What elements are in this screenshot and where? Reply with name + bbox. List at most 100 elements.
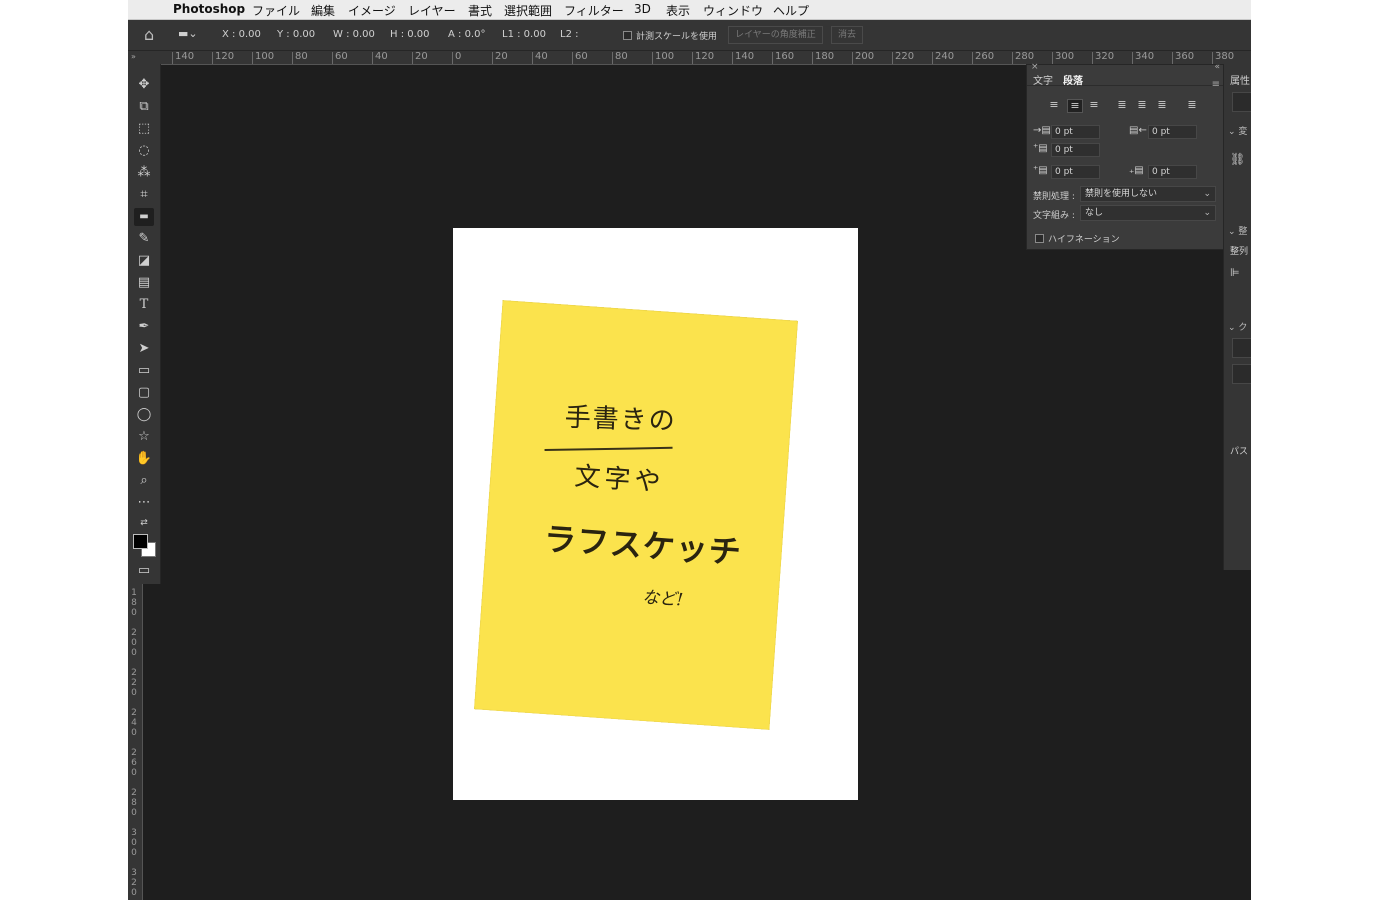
eraser-tool-icon[interactable]: ◪: [134, 252, 154, 270]
ruler-tick: 220: [891, 51, 915, 64]
type-tool-icon[interactable]: T: [134, 296, 154, 314]
align-left-icon[interactable]: ≡: [1047, 99, 1061, 111]
ruler-tool-icon[interactable]: ▬: [134, 208, 154, 226]
measure-w-readout: W : 0.00: [333, 29, 375, 40]
space-before-field[interactable]: 0 pt: [1051, 165, 1100, 179]
ruler-tick: 80: [612, 51, 628, 64]
ellipse-tool-icon[interactable]: ◯: [134, 406, 154, 424]
link-icon[interactable]: ⛓: [1230, 152, 1245, 166]
menu-help[interactable]: ヘルプ: [773, 2, 809, 19]
path-selection-tool-icon[interactable]: ➤: [134, 340, 154, 358]
menu-3d[interactable]: 3D: [634, 2, 651, 16]
note-handwriting-line-4: など!: [641, 587, 684, 611]
menu-view[interactable]: 表示: [666, 2, 690, 19]
ruler-tick: 2 8 0: [131, 788, 137, 818]
chevron-down-icon: ⌄: [1203, 189, 1211, 199]
mojikumi-select[interactable]: なし ⌄: [1080, 205, 1216, 221]
ruler-tick: 380: [1211, 51, 1235, 64]
tab-character[interactable]: 文字: [1033, 72, 1053, 87]
menu-window[interactable]: ウィンドウ: [703, 2, 763, 19]
properties-title[interactable]: 属性: [1230, 72, 1250, 87]
ruler-tick: 260: [971, 51, 995, 64]
panel-menu-icon[interactable]: ≡: [1212, 79, 1220, 90]
justify-last-right-icon[interactable]: ≣: [1155, 99, 1169, 111]
marquee-tool-icon[interactable]: ⬚: [134, 120, 154, 138]
menu-image[interactable]: イメージ: [348, 2, 396, 19]
menu-file[interactable]: ファイル: [252, 2, 300, 19]
justify-all-icon[interactable]: ≣: [1185, 99, 1199, 111]
pen-tool-icon[interactable]: ✒: [134, 318, 154, 336]
rectangle-tool-icon[interactable]: ▭: [134, 362, 154, 380]
ruler-tick: 0: [451, 51, 462, 64]
align-section-label: 整: [1238, 227, 1248, 237]
quick-action-button[interactable]: [1232, 338, 1251, 358]
ruler-tick: 2 0 0: [131, 628, 137, 658]
menu-filter[interactable]: フィルター: [564, 2, 624, 19]
hyphenation-checkbox[interactable]: ハイフネーション: [1035, 232, 1120, 245]
pixel-layer-icon: [1232, 92, 1251, 112]
crop-tool-icon[interactable]: ⌗: [134, 186, 154, 204]
align-section-toggle[interactable]: ⌄ 整: [1228, 224, 1247, 237]
magic-wand-tool-icon[interactable]: ⁂: [134, 164, 154, 182]
menu-type[interactable]: 書式: [468, 2, 492, 19]
zoom-tool-icon[interactable]: ⌕: [134, 472, 154, 490]
ruler-corner[interactable]: »: [128, 51, 160, 64]
space-before-icon: ⁺▤: [1033, 165, 1048, 176]
left-indent-icon: →▤: [1033, 125, 1051, 136]
transform-section-toggle[interactable]: ⌄ 変: [1228, 124, 1247, 137]
quick-action-button[interactable]: [1232, 364, 1251, 384]
space-after-field[interactable]: 0 pt: [1148, 165, 1197, 179]
lasso-tool-icon[interactable]: ◌: [134, 142, 154, 160]
align-left-edges-icon[interactable]: ⊫: [1230, 266, 1240, 279]
ruler-tick: 360: [1171, 51, 1195, 64]
measure-x-readout: X : 0.00: [222, 29, 261, 40]
clear-button[interactable]: 消去: [831, 26, 864, 44]
ruler-tick: 40: [372, 51, 388, 64]
menu-layer[interactable]: レイヤー: [408, 2, 456, 19]
ruler-tick: 2 6 0: [131, 748, 137, 778]
align-label: 整列: [1230, 247, 1249, 257]
straighten-layer-button[interactable]: レイヤーの角度補正: [728, 26, 823, 44]
paths-label[interactable]: パス: [1230, 444, 1248, 457]
more-tools-icon[interactable]: ⋯: [134, 494, 154, 512]
align-right-icon[interactable]: ≡: [1087, 99, 1101, 111]
ruler-tick: 1 8 0: [131, 588, 137, 618]
quick-actions-section-label: ク: [1238, 323, 1248, 333]
hand-tool-icon[interactable]: ✋: [134, 450, 154, 468]
menu-edit[interactable]: 編集: [311, 2, 335, 19]
move-tool-icon[interactable]: ✥: [134, 76, 154, 94]
quick-actions-section-toggle[interactable]: ⌄ ク: [1228, 320, 1247, 333]
first-line-indent-field[interactable]: 0 pt: [1051, 143, 1100, 157]
double-chevron-icon[interactable]: »: [131, 52, 136, 61]
measure-h-readout: H : 0.00: [390, 29, 430, 40]
ruler-tick: 80: [292, 51, 308, 64]
space-after-icon: ₊▤: [1129, 165, 1144, 176]
first-line-indent-icon: ⁺▤: [1033, 143, 1048, 154]
right-indent-field[interactable]: 0 pt: [1148, 125, 1197, 139]
justify-last-left-icon[interactable]: ≣: [1115, 99, 1129, 111]
ruler-tool-preset-icon[interactable]: ▬⌄: [178, 27, 198, 40]
ruler-tick: 2 2 0: [131, 668, 137, 698]
menu-app-name[interactable]: Photoshop: [173, 2, 245, 16]
kinsoku-select[interactable]: 禁則を使用しない ⌄: [1080, 186, 1216, 202]
ruler-tick: 340: [1131, 51, 1155, 64]
align-center-icon[interactable]: ≡: [1067, 99, 1083, 113]
ruler-tick: 300: [1051, 51, 1075, 64]
brush-tool-icon[interactable]: ✎: [134, 230, 154, 248]
foreground-color-swatch[interactable]: [133, 534, 148, 549]
gradient-tool-icon[interactable]: ▤: [134, 274, 154, 292]
justify-last-center-icon[interactable]: ≣: [1135, 99, 1149, 111]
home-icon[interactable]: ⌂: [144, 25, 154, 44]
left-indent-field[interactable]: 0 pt: [1051, 125, 1100, 139]
rounded-rectangle-tool-icon[interactable]: ▢: [134, 384, 154, 402]
use-measurement-scale-checkbox[interactable]: 計測スケールを使用: [623, 29, 717, 42]
horizontal-ruler[interactable]: 140 120 100 80 60 40 20 0 20 40 60 80 10…: [160, 51, 1251, 65]
artboard-tool-icon[interactable]: ⧉: [134, 98, 154, 116]
screen-mode-icon[interactable]: ▭: [134, 562, 154, 580]
note-handwriting-line-3: ラフスケッチ: [542, 519, 743, 572]
custom-shape-tool-icon[interactable]: ☆: [134, 428, 154, 446]
vertical-ruler[interactable]: 1 8 0 2 0 0 2 2 0 2 4 0 2 6 0 2 8 0 3 0 …: [128, 584, 143, 900]
swap-colors-icon[interactable]: ⇄: [134, 514, 154, 532]
tab-paragraph[interactable]: 段落: [1063, 72, 1083, 87]
menu-select[interactable]: 選択範囲: [504, 2, 552, 19]
